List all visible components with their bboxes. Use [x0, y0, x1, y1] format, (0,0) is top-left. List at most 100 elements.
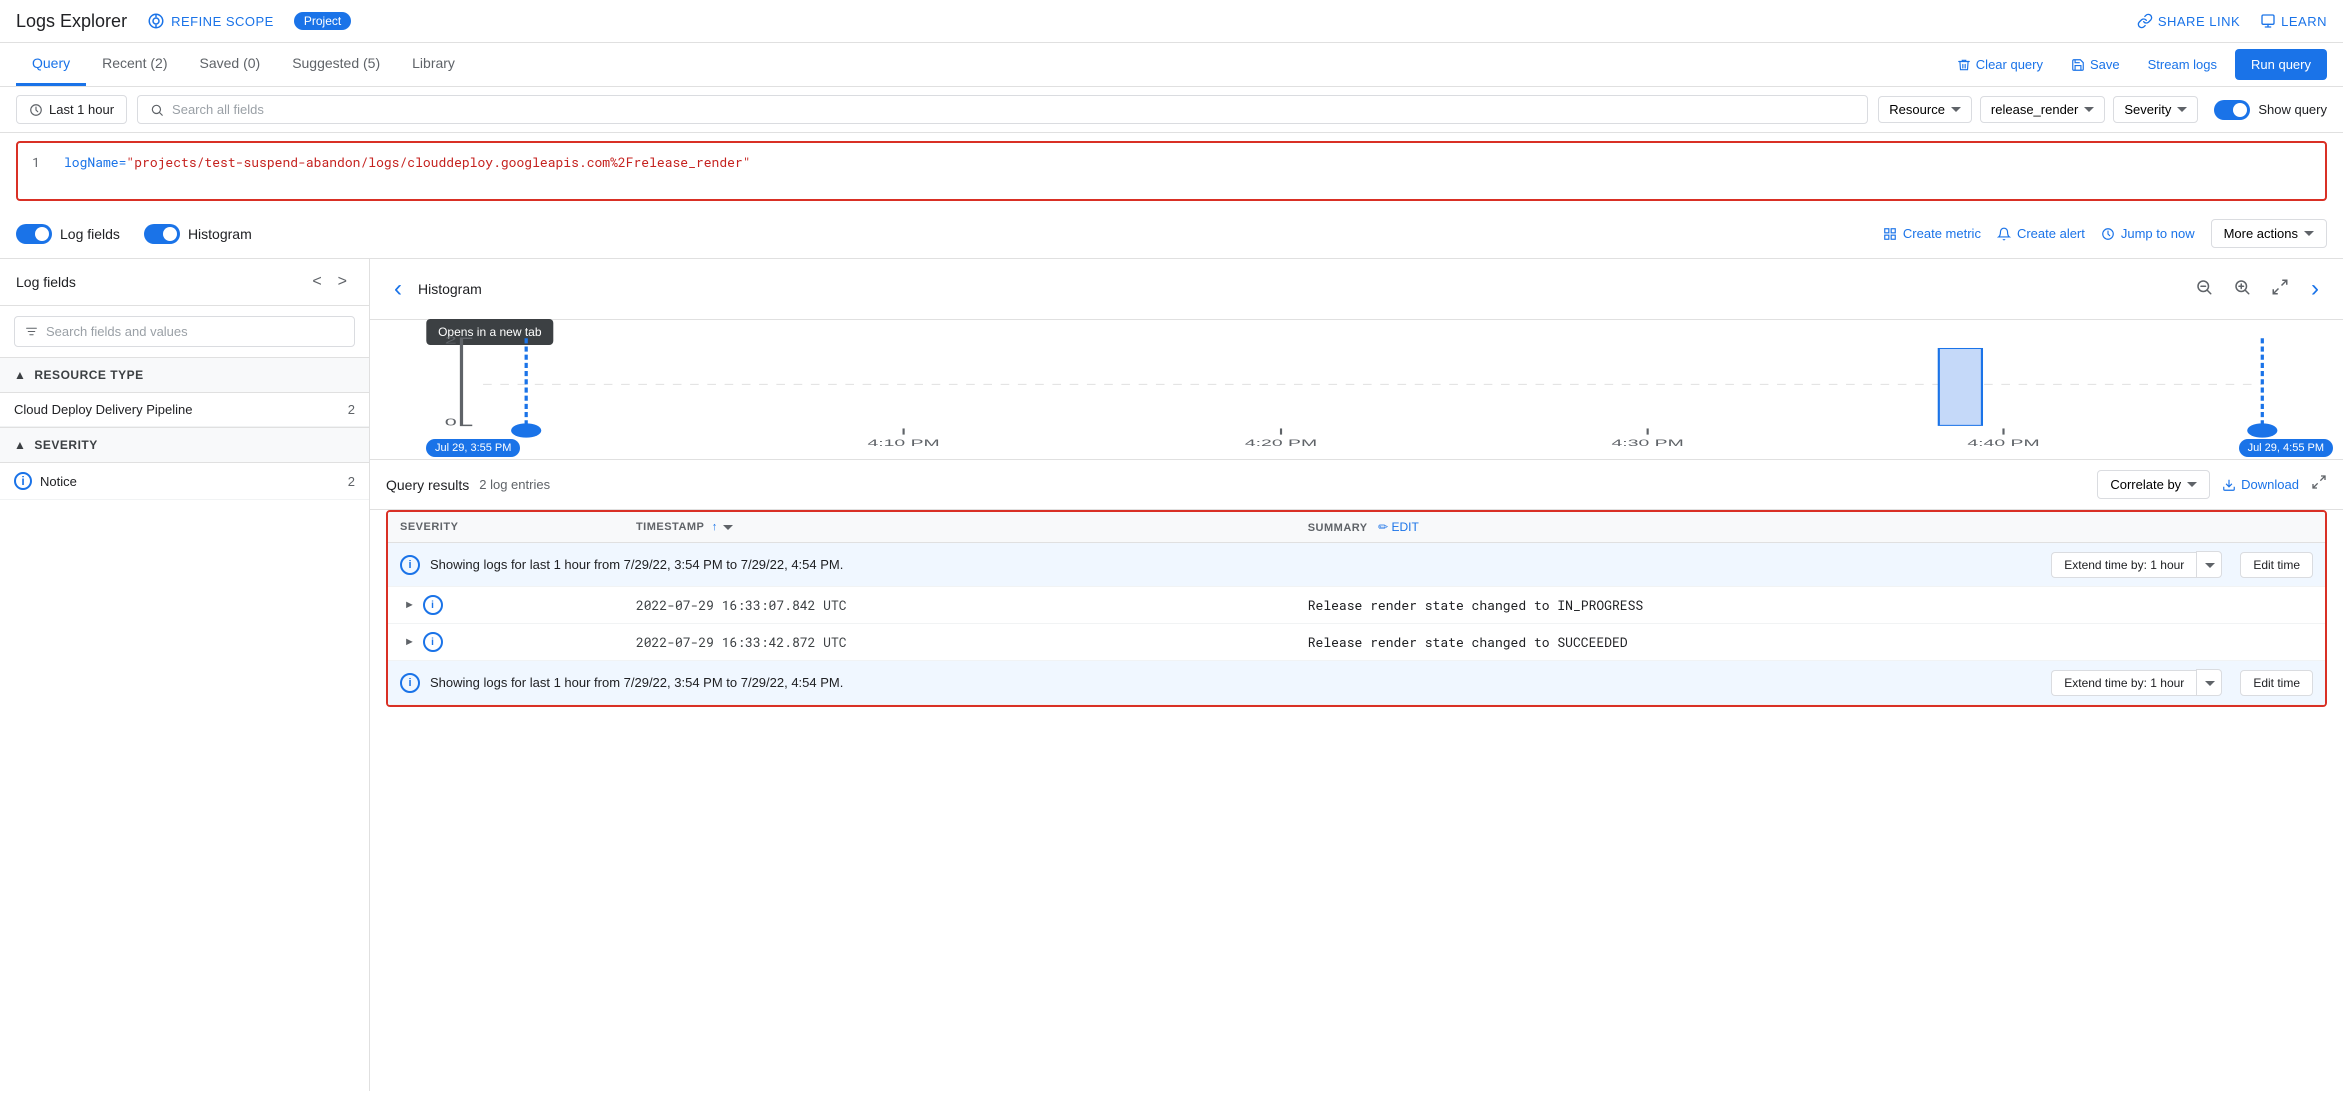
- svg-text:4:20 PM: 4:20 PM: [1245, 438, 1317, 448]
- tab-library[interactable]: Library: [396, 43, 471, 86]
- show-query-label: Show query: [2258, 102, 2327, 117]
- zoom-out-button[interactable]: [2189, 276, 2219, 303]
- resource-type-header[interactable]: ▲ RESOURCE TYPE: [0, 357, 369, 393]
- show-query-toggle[interactable]: [2214, 100, 2250, 120]
- share-link-button[interactable]: SHARE LINK: [2137, 13, 2240, 29]
- search-placeholder: Search all fields: [172, 102, 264, 117]
- svg-text:4:40 PM: 4:40 PM: [1967, 438, 2039, 448]
- time-start-text: Jul 29, 3:55 PM: [435, 442, 511, 454]
- more-actions-label: More actions: [2224, 226, 2298, 241]
- svg-text:4:10 PM: 4:10 PM: [867, 438, 939, 448]
- correlate-by-button[interactable]: Correlate by: [2097, 470, 2210, 499]
- create-alert-label: Create alert: [2017, 226, 2085, 241]
- info-row-top: i Showing logs for last 1 hour from 7/29…: [388, 543, 2325, 587]
- extend-btn-group-top: Extend time by: 1 hour: [2051, 551, 2222, 578]
- y-axis-min: 0: [445, 416, 457, 428]
- tab-query[interactable]: Query: [16, 43, 86, 86]
- bell-icon: [1997, 227, 2011, 241]
- clear-query-button[interactable]: Clear query: [1947, 51, 2053, 78]
- query-results-header: Query results 2 log entries Correlate by…: [370, 460, 2343, 510]
- create-metric-label: Create metric: [1903, 226, 1981, 241]
- edit-label: EDIT: [1392, 520, 1419, 534]
- log-fields-toggle[interactable]: [16, 224, 52, 244]
- fullscreen-button[interactable]: [2311, 474, 2327, 495]
- download-label: Download: [2241, 477, 2299, 492]
- jump-to-now-button[interactable]: Jump to now: [2101, 226, 2195, 241]
- histogram-toggle[interactable]: [144, 224, 180, 244]
- correlate-by-chevron: [2187, 482, 2197, 487]
- panel-nav-left[interactable]: <: [306, 271, 327, 293]
- log-timestamp-cell-1: 2022-07-29 16:33:42.872 UTC: [624, 624, 1296, 661]
- extend-dropdown-top[interactable]: [2196, 551, 2222, 578]
- run-query-button[interactable]: Run query: [2235, 49, 2327, 80]
- learn-button[interactable]: LEARN: [2260, 13, 2327, 29]
- extend-dropdown-bottom[interactable]: [2196, 669, 2222, 696]
- histogram-results-panel: ‹ Histogram Opens in a new tab: [370, 259, 2343, 1091]
- panel-title: Log fields: [16, 274, 76, 290]
- project-badge[interactable]: Project: [294, 12, 351, 30]
- search-fields-placeholder: Search fields and values: [46, 324, 188, 339]
- histogram-label: Histogram: [188, 226, 252, 242]
- stream-logs-button[interactable]: Stream logs: [2138, 51, 2227, 78]
- resource-type-item-0[interactable]: Cloud Deploy Delivery Pipeline 2: [0, 393, 369, 427]
- log-name-dropdown-icon: [2084, 107, 2094, 112]
- severity-header[interactable]: ▲ SEVERITY: [0, 427, 369, 463]
- create-metric-button[interactable]: Create metric: [1883, 226, 1981, 241]
- extend-time-button-top[interactable]: Extend time by: 1 hour: [2051, 552, 2196, 578]
- th-severity: SEVERITY: [388, 512, 624, 543]
- time-start-dot[interactable]: [511, 423, 541, 437]
- severity-item-0[interactable]: i Notice 2: [0, 463, 369, 500]
- save-button[interactable]: Save: [2061, 51, 2130, 78]
- th-timestamp[interactable]: TIMESTAMP ↑: [624, 512, 1296, 543]
- severity-badge-1: i: [423, 632, 443, 652]
- search-fields-input[interactable]: Search fields and values: [14, 316, 355, 347]
- histogram-nav-right[interactable]: ›: [2303, 271, 2327, 307]
- search-all-fields-input[interactable]: Search all fields: [137, 95, 1868, 124]
- histogram-chart: 2 0 4:10 PM 4:20: [370, 320, 2343, 460]
- expand-collapse-button[interactable]: [2265, 276, 2295, 303]
- results-actions: Correlate by Download: [2097, 470, 2327, 499]
- extend-time-button-bottom[interactable]: Extend time by: 1 hour: [2051, 670, 2196, 696]
- show-query-toggle-container: Show query: [2214, 100, 2327, 120]
- expand-row-1[interactable]: ►: [400, 636, 419, 648]
- edit-time-button-bottom[interactable]: Edit time: [2240, 670, 2313, 696]
- time-start-badge[interactable]: Jul 29, 3:55 PM: [426, 439, 520, 457]
- table-row[interactable]: ► i 2022-07-29 16:33:42.872 UTC Release …: [388, 624, 2325, 661]
- histogram-nav-left[interactable]: ‹: [386, 271, 410, 307]
- panel-nav-right[interactable]: >: [332, 271, 353, 293]
- refine-scope-label: REFINE SCOPE: [171, 14, 274, 29]
- expand-row-0[interactable]: ►: [400, 599, 419, 611]
- zoom-in-button[interactable]: [2227, 276, 2257, 303]
- log-summary-cell-0: Release render state changed to IN_PROGR…: [1296, 587, 2325, 624]
- log-name-filter-chip[interactable]: release_render: [1980, 96, 2105, 123]
- resource-filter-chip[interactable]: Resource: [1878, 96, 1972, 123]
- table-header: SEVERITY TIMESTAMP ↑ SUMMARY ✏ EDIT: [388, 512, 2325, 543]
- info-icon-bottom: i: [400, 673, 420, 693]
- edit-time-button-top[interactable]: Edit time: [2240, 552, 2313, 578]
- time-range-button[interactable]: Last 1 hour: [16, 95, 127, 124]
- refine-scope-button[interactable]: REFINE SCOPE: [139, 8, 282, 34]
- time-end-text: Jul 29, 4:55 PM: [2248, 442, 2324, 454]
- severity-label-0: Notice: [40, 474, 348, 489]
- chevron-down-severity: ▲: [14, 438, 26, 452]
- info-text-top: Showing logs for last 1 hour from 7/29/2…: [430, 557, 2041, 572]
- create-alert-button[interactable]: Create alert: [1997, 226, 2085, 241]
- th-severity-label: SEVERITY: [400, 521, 458, 533]
- expand-icon: [2271, 278, 2289, 296]
- more-actions-button[interactable]: More actions: [2211, 219, 2327, 248]
- severity-filter-chip[interactable]: Severity: [2113, 96, 2198, 123]
- tab-suggested[interactable]: Suggested (5): [276, 43, 396, 86]
- table-row[interactable]: ► i 2022-07-29 16:33:07.842 UTC Release …: [388, 587, 2325, 624]
- resource-dropdown-icon: [1951, 107, 1961, 112]
- edit-summary-button[interactable]: ✏ EDIT: [1378, 520, 1419, 534]
- resource-type-label-0: Cloud Deploy Delivery Pipeline: [14, 402, 348, 417]
- time-end-badge[interactable]: Jul 29, 4:55 PM: [2239, 439, 2333, 457]
- info-text-bottom: Showing logs for last 1 hour from 7/29/2…: [430, 675, 2041, 690]
- query-editor[interactable]: 1 logName="projects/test-suspend-abandon…: [16, 141, 2327, 201]
- log-summary-cell-1: Release render state changed to SUCCEEDE…: [1296, 624, 2325, 661]
- run-query-label: Run query: [2251, 57, 2311, 72]
- tab-recent[interactable]: Recent (2): [86, 43, 183, 86]
- tab-saved[interactable]: Saved (0): [183, 43, 276, 86]
- download-button[interactable]: Download: [2222, 477, 2299, 492]
- time-end-dot[interactable]: [2247, 423, 2277, 437]
